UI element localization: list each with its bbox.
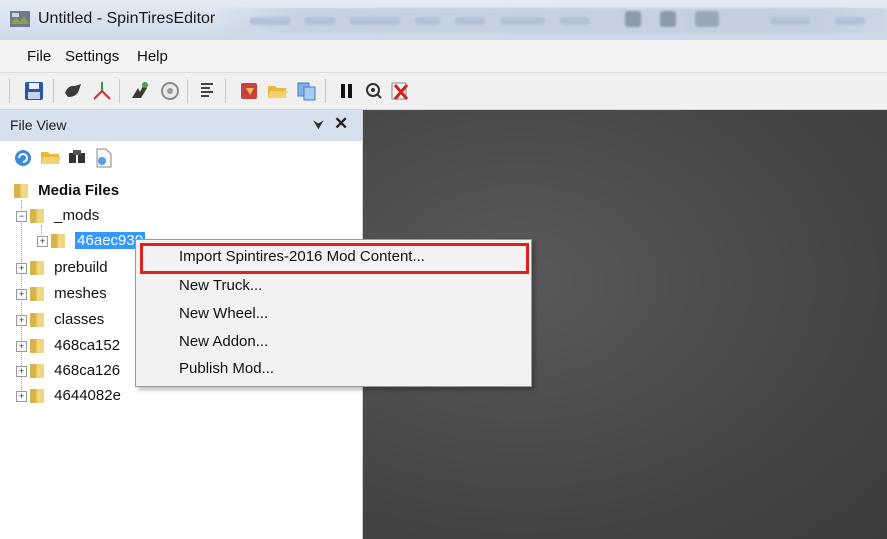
menu-help[interactable]: Help	[137, 48, 168, 65]
menu-item-new-addon[interactable]: New Addon...	[179, 333, 268, 350]
tree-item-468ca126[interactable]: + 468ca126	[16, 359, 120, 383]
title-bar: Untitled - SpinTiresEditor	[0, 0, 887, 40]
paint-brush-icon[interactable]	[61, 79, 85, 103]
tree-label: prebuild	[54, 259, 108, 277]
tree-item-468ca152[interactable]: + 468ca152	[16, 334, 120, 358]
delete-icon[interactable]	[388, 79, 412, 103]
tree-label: 4644082e	[54, 387, 121, 405]
find-icon[interactable]	[67, 148, 89, 168]
expand-icon[interactable]: +	[16, 314, 27, 326]
menu-item-new-wheel[interactable]: New Wheel...	[179, 305, 268, 322]
expand-icon[interactable]: +	[16, 288, 27, 300]
tree-item-classes[interactable]: + classes	[16, 308, 104, 332]
open-folder-icon[interactable]	[266, 79, 290, 103]
folder-icon	[30, 339, 44, 354]
folder-icon	[30, 364, 44, 379]
collapse-icon[interactable]: −	[16, 210, 27, 222]
new-file-icon[interactable]	[93, 148, 115, 168]
tree-label: _mods	[54, 207, 100, 225]
expand-icon[interactable]: +	[37, 235, 48, 247]
expand-icon[interactable]: +	[16, 262, 27, 274]
menu-settings[interactable]: Settings	[65, 48, 119, 65]
pin-icon[interactable]: ⮟	[313, 117, 324, 133]
refresh-icon[interactable]	[12, 148, 34, 168]
folder-icon	[51, 234, 65, 249]
tree-label: Media Files	[38, 182, 120, 200]
tree-label: meshes	[54, 285, 107, 303]
tree-label: 468ca126	[54, 362, 121, 380]
folder-icon	[30, 389, 44, 404]
save-icon[interactable]	[22, 79, 46, 103]
folder-icon	[30, 261, 44, 276]
tree-label: 468ca152	[54, 337, 121, 355]
folder-icon	[30, 209, 44, 224]
menu-item-publish-mod[interactable]: Publish Mod...	[179, 360, 274, 377]
panel-toolbar	[0, 141, 362, 175]
close-icon[interactable]: ✕	[334, 114, 348, 134]
blurred-toolbar-background	[210, 8, 887, 34]
expand-icon[interactable]: +	[16, 390, 27, 402]
tree-label: classes	[54, 311, 105, 329]
menu-item-import-mod-content[interactable]: Import Spintires-2016 Mod Content...	[179, 248, 425, 265]
context-menu: Import Spintires-2016 Mod Content... New…	[135, 239, 532, 387]
open-folder-icon[interactable]	[40, 148, 62, 168]
import-icon[interactable]	[238, 79, 262, 103]
menu-file[interactable]: File	[27, 48, 51, 65]
window-title: Untitled - SpinTiresEditor	[38, 10, 216, 27]
panel-title: File View	[10, 117, 67, 133]
tree-item-mods[interactable]: − _mods	[16, 204, 99, 228]
app-icon	[10, 11, 30, 27]
pause-icon[interactable]	[335, 79, 359, 103]
tree-item-prebuild[interactable]: + prebuild	[16, 256, 108, 280]
tree-brush-icon[interactable]	[127, 79, 151, 103]
mud-icon[interactable]	[158, 79, 182, 103]
folder-icon	[30, 287, 44, 302]
tree-item-selected[interactable]: + 46aec930	[37, 229, 146, 253]
folder-icon	[14, 184, 28, 199]
copy-icon[interactable]	[295, 79, 319, 103]
tree-root-media-files[interactable]: Media Files	[14, 179, 119, 203]
expand-icon[interactable]: +	[16, 340, 27, 352]
tree-item-4644082e[interactable]: + 4644082e	[16, 384, 121, 408]
folder-icon	[30, 313, 44, 328]
expand-icon[interactable]: +	[16, 365, 27, 377]
menu-bar: File Settings Help	[0, 40, 887, 73]
tree-item-meshes[interactable]: + meshes	[16, 282, 107, 306]
panel-header: File View ⮟ ✕	[0, 110, 362, 141]
zoom-icon[interactable]	[362, 79, 386, 103]
main-toolbar	[0, 73, 887, 110]
list-icon[interactable]	[196, 79, 220, 103]
menu-item-new-truck[interactable]: New Truck...	[179, 277, 262, 294]
axes-icon[interactable]	[90, 79, 114, 103]
